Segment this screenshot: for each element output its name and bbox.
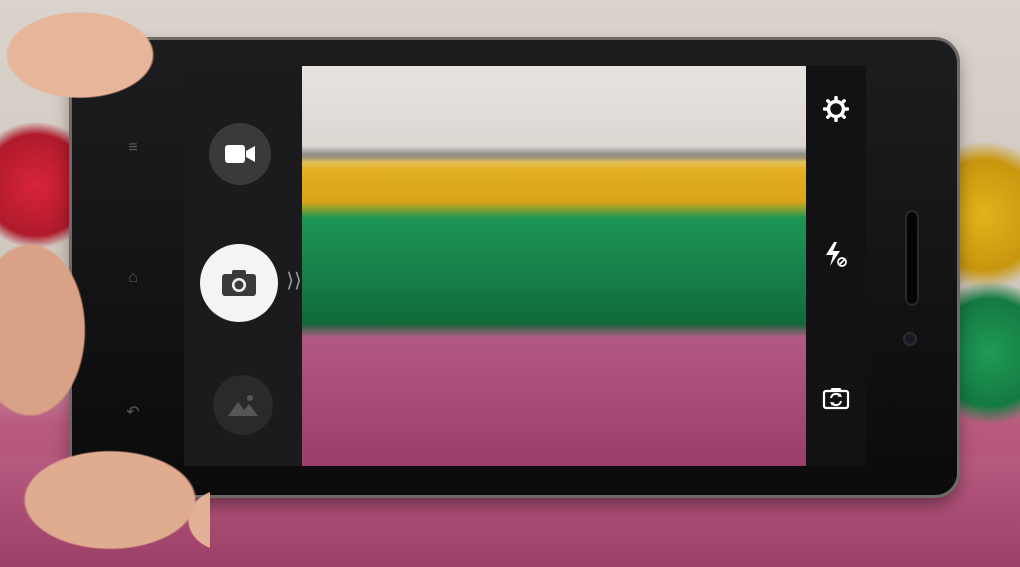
home-soft-key[interactable]: ⌂ bbox=[120, 265, 146, 291]
camera-icon bbox=[222, 270, 256, 296]
menu-soft-key[interactable]: ≡ bbox=[120, 135, 146, 161]
mode-drawer-handle[interactable]: ⟩⟩ bbox=[285, 263, 303, 299]
flash-off-icon bbox=[826, 242, 847, 267]
gallery-button[interactable] bbox=[213, 375, 273, 435]
image-gallery-icon bbox=[228, 395, 258, 416]
settings-button[interactable] bbox=[820, 93, 852, 125]
camera-settings-rail bbox=[806, 66, 866, 466]
phone-device: ≡ ⌂ ↶ ⟩⟩ bbox=[72, 40, 957, 495]
gear-icon bbox=[823, 96, 849, 122]
video-camera-icon bbox=[225, 145, 255, 163]
camera-viewfinder[interactable] bbox=[302, 66, 806, 466]
switch-camera-icon bbox=[822, 388, 850, 410]
back-soft-key[interactable]: ↶ bbox=[120, 400, 146, 426]
switch-camera-button[interactable] bbox=[820, 382, 852, 414]
camera-screen: ⟩⟩ bbox=[184, 66, 866, 466]
shutter-button[interactable] bbox=[200, 244, 278, 322]
flash-toggle-button[interactable] bbox=[820, 238, 852, 270]
front-camera-lens bbox=[905, 334, 915, 344]
earpiece-speaker bbox=[905, 210, 919, 306]
video-record-button[interactable] bbox=[209, 123, 271, 185]
